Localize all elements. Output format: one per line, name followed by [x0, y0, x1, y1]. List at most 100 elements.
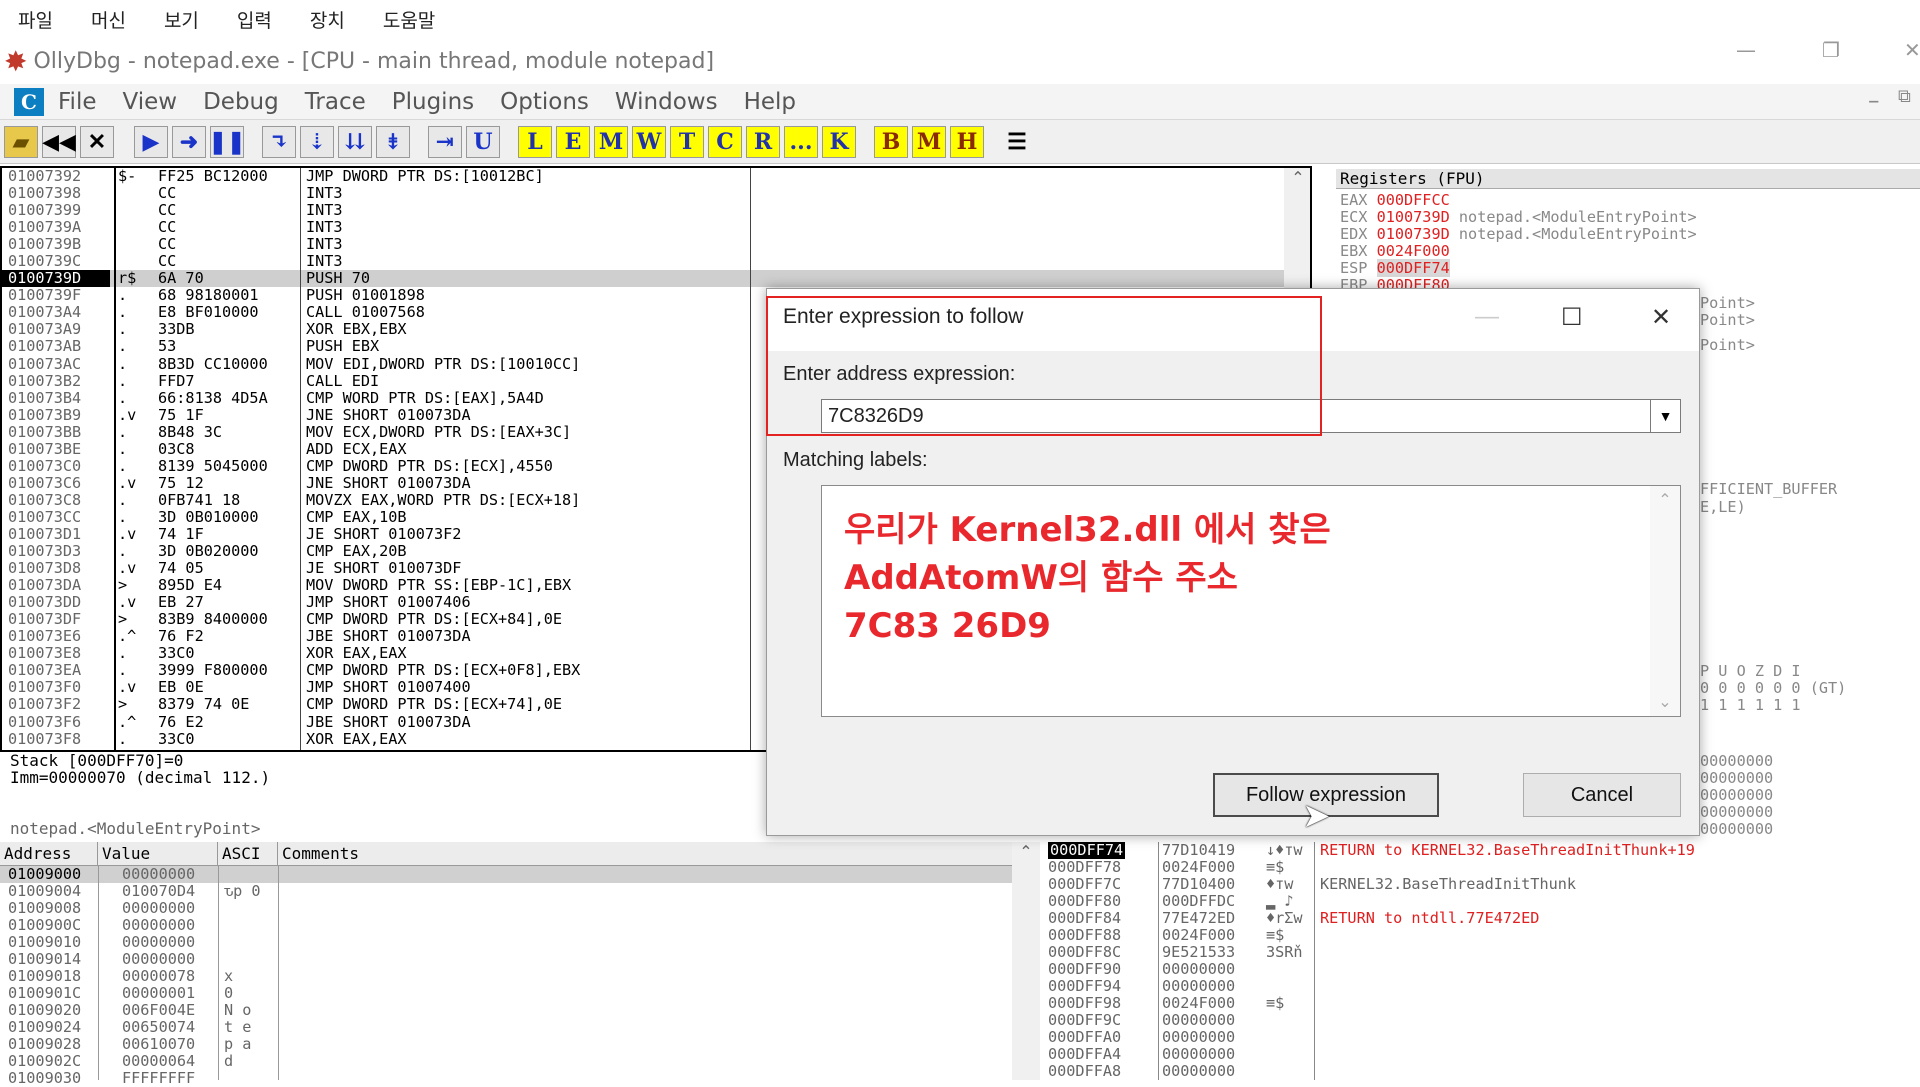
dump-scrollbar[interactable]: ⌃ [1012, 842, 1040, 1080]
stack-comment: KERNEL32.BaseThreadInitThunk [1320, 875, 1577, 893]
execute-till-user-code-icon[interactable]: U [466, 126, 500, 158]
execute-till-return-icon[interactable]: ⇥ [428, 126, 462, 158]
vm-menu-item[interactable]: 입력 [237, 6, 272, 33]
chevron-down-icon[interactable]: ▼ [1650, 400, 1680, 432]
vm-menu-item[interactable]: 장치 [310, 6, 345, 33]
dump-row[interactable]: 01009020 006F004E N o [0, 1002, 1012, 1019]
restore-icon[interactable]: ❐ [1822, 38, 1840, 62]
open-folder-icon[interactable]: ▰ [4, 126, 38, 158]
menu-item-plugins[interactable]: Plugins [392, 89, 474, 115]
register-partial-line: 0 0 0 0 0 0 (GT) [1700, 679, 1847, 697]
window-button-t[interactable]: T [670, 126, 704, 158]
run-thread-icon[interactable]: ➜ [172, 126, 206, 158]
register-value[interactable]: 0100739D [1377, 225, 1450, 243]
minimize-icon[interactable]: — [1736, 38, 1756, 62]
step-over-icon[interactable]: ⇣ [300, 126, 334, 158]
stack-row[interactable]: 000DFF80 000DFFDC ▂ ♪ [1044, 893, 1920, 910]
vm-menu-item[interactable]: 파일 [18, 6, 53, 33]
hex-cell: FFD7 [158, 371, 195, 390]
mdi-minimize-icon[interactable]: – [1868, 88, 1880, 114]
dump-header-comments[interactable]: Comments [278, 842, 1014, 866]
window-button-w[interactable]: W [632, 126, 666, 158]
stack-row[interactable]: 000DFF88 0024F000 ≡$ [1044, 927, 1920, 944]
dump-row[interactable]: 01009030 FFFFFFFF [0, 1070, 1012, 1087]
dump-row[interactable]: 01009008 00000000 [0, 900, 1012, 917]
stack-row[interactable]: 000DFFA4 00000000 [1044, 1046, 1920, 1063]
dump-header-ascii[interactable]: ASCI [218, 842, 278, 866]
hex-cell: 75 1F [158, 405, 204, 424]
dump-row[interactable]: 01009010 00000000 [0, 934, 1012, 951]
stack-row[interactable]: 000DFF98 0024F000 ≡$ [1044, 995, 1920, 1012]
stack-row[interactable]: 000DFF90 00000000 [1044, 961, 1920, 978]
stack-row[interactable]: 000DFFA0 00000000 [1044, 1029, 1920, 1046]
window-button-l[interactable]: L [518, 126, 552, 158]
trace-over-icon[interactable]: ⇟ [376, 126, 410, 158]
rewind-icon[interactable]: ◀◀ [42, 126, 76, 158]
window-button-h[interactable]: H [950, 126, 984, 158]
stack-row[interactable]: 000DFFA8 00000000 [1044, 1063, 1920, 1080]
window-button-k[interactable]: K [822, 126, 856, 158]
dump-row[interactable]: 01009024 00650074 t e [0, 1019, 1012, 1036]
dump-row[interactable]: 0100902C 00000064 d [0, 1053, 1012, 1070]
dialog-close-icon[interactable]: ✕ [1651, 303, 1671, 332]
menu-item-view[interactable]: View [123, 89, 178, 115]
menu-item-windows[interactable]: Windows [615, 89, 718, 115]
stack-address: 000DFFA8 [1048, 1062, 1122, 1080]
pause-icon[interactable]: ❚❚ [209, 126, 245, 158]
cpu-window-icon[interactable]: C [14, 87, 44, 116]
dump-value: FFFFFFFF [122, 1069, 196, 1087]
address-cell: 010073CC [8, 507, 82, 526]
dump-row[interactable]: 01009000 00000000 [0, 866, 1012, 883]
mark-cell [118, 202, 136, 219]
labels-scrollbar[interactable]: ⌃ ⌄ [1650, 486, 1680, 716]
step-into-icon[interactable]: ↴ [262, 126, 296, 158]
dump-row[interactable]: 0100901C 00000001 0 [0, 985, 1012, 1002]
menu-item-file[interactable]: File [58, 89, 97, 115]
menu-item-trace[interactable]: Trace [305, 89, 366, 115]
dump-row[interactable]: 0100900C 00000000 [0, 917, 1012, 934]
mdi-restore-icon[interactable]: ⧉ [1898, 86, 1911, 107]
dialog-maximize-icon[interactable]: ☐ [1561, 303, 1583, 332]
window-button-m[interactable]: M [594, 126, 628, 158]
register-comment: notepad.<ModuleEntryPoint> [1458, 225, 1697, 243]
dump-row[interactable]: 01009004 010070D4 ԏp 0 [0, 883, 1012, 900]
register-value[interactable]: 0100739D [1377, 208, 1450, 226]
stack-row[interactable]: 000DFF74 77D10419 ↓♦тw RETURN to KERNEL32.B… [1044, 842, 1920, 859]
window-button-c[interactable]: C [708, 126, 742, 158]
vm-menu-item[interactable]: 머신 [91, 6, 126, 33]
menu-item-help[interactable]: Help [744, 89, 796, 115]
close-debuggee-icon[interactable]: ✕ [80, 126, 114, 158]
dump-row[interactable]: 01009014 00000000 [0, 951, 1012, 968]
dump-header-address[interactable]: Address [0, 842, 98, 866]
register-value[interactable]: 000DFF74 [1376, 259, 1450, 277]
window-button-dots[interactable]: ... [784, 126, 818, 158]
dump-header-value[interactable]: Value [98, 842, 218, 866]
menu-item-debug[interactable]: Debug [203, 89, 279, 115]
trace-into-icon[interactable]: ⇊ [338, 126, 372, 158]
stack-pane[interactable]: 000DFF74 77D10419 ↓♦тw RETURN to KERNEL32.B… [1044, 842, 1920, 1080]
list-icon[interactable]: ☰ [1000, 126, 1034, 158]
window-button-m[interactable]: M [912, 126, 946, 158]
register-value[interactable]: 0024F000 [1377, 242, 1450, 260]
vm-menu-item[interactable]: 보기 [164, 6, 199, 33]
stack-row[interactable]: 000DFF9C 00000000 [1044, 1012, 1920, 1029]
stack-row[interactable]: 000DFF78 0024F000 ≡$ [1044, 859, 1920, 876]
dump-row[interactable]: 01009018 00000078 x [0, 968, 1012, 985]
register-value[interactable]: 000DFFCC [1377, 191, 1450, 209]
stack-row[interactable]: 000DFF8C 9E521533 3SRň [1044, 944, 1920, 961]
window-button-e[interactable]: E [556, 126, 590, 158]
matching-labels-list[interactable]: 우리가 Kernel32.dll 에서 찾은 AddAtomW의 함수 주소 7… [821, 485, 1681, 717]
vm-menu-item[interactable]: 도움말 [383, 6, 435, 33]
stack-row[interactable]: 000DFF7C 77D10400 ♦тw KERNEL32.BaseThreadIn… [1044, 876, 1920, 893]
stack-row[interactable]: 000DFF84 77E472ED ♦rΣw RETURN to ntdll.77E4… [1044, 910, 1920, 927]
run-icon[interactable]: ▶ [134, 126, 168, 158]
menu-item-options[interactable]: Options [500, 89, 589, 115]
close-icon[interactable]: ✕ [1904, 38, 1920, 62]
window-button-r[interactable]: R [746, 126, 780, 158]
dump-row[interactable]: 01009028 00610070 p a [0, 1036, 1012, 1053]
stack-row[interactable]: 000DFF94 00000000 [1044, 978, 1920, 995]
memory-dump-pane[interactable]: Address Value ASCI Comments 01009000 0000… [0, 842, 1040, 1087]
window-button-b[interactable]: B [874, 126, 908, 158]
stack-address: 000DFF88 [1048, 926, 1122, 944]
cancel-button[interactable]: Cancel [1523, 773, 1681, 817]
